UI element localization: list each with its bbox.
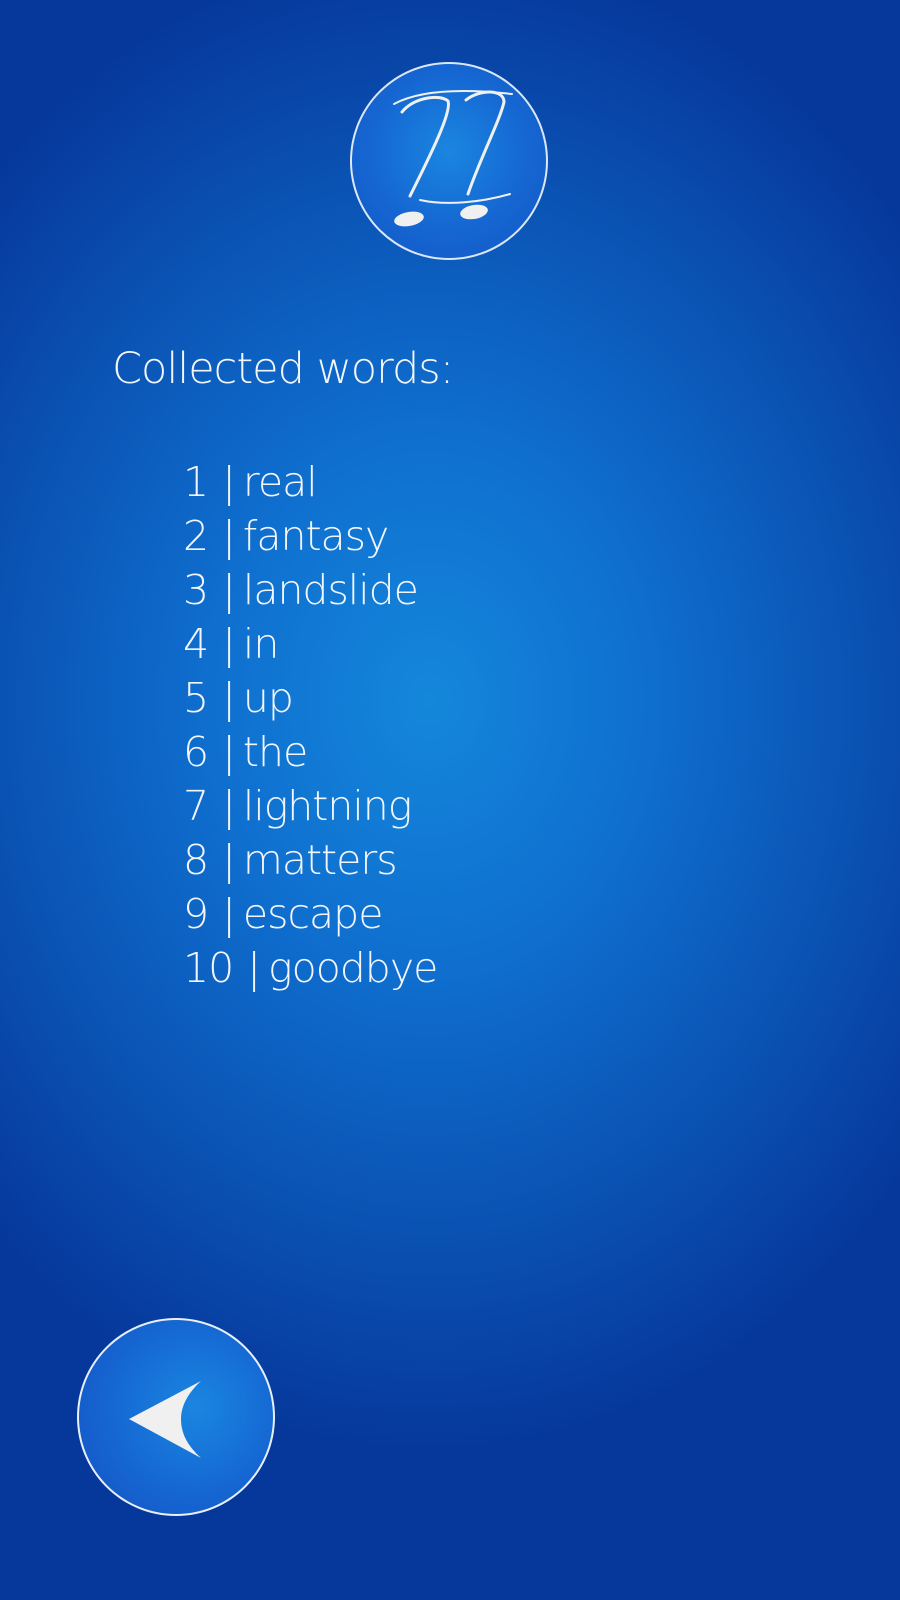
word-separator: | <box>222 620 236 668</box>
word-number: 4 <box>183 620 209 668</box>
word-separator: | <box>222 566 236 614</box>
app-logo <box>350 62 548 260</box>
word-list-item: 7 | lightning <box>183 779 437 833</box>
word-separator: | <box>222 782 236 830</box>
word-number: 6 <box>183 728 209 776</box>
word-separator: | <box>222 674 236 722</box>
word-text: fantasy <box>242 512 389 560</box>
word-list-item: 1 | real <box>183 455 437 509</box>
word-separator: | <box>222 512 236 560</box>
word-list-item: 8 | matters <box>183 833 437 887</box>
word-text: in <box>242 620 279 668</box>
word-list-item: 6 | the <box>183 725 437 779</box>
word-number: 1 <box>183 458 209 506</box>
word-number: 3 <box>183 566 209 614</box>
double-quote-music-note-icon <box>393 90 513 227</box>
word-number: 9 <box>183 890 209 938</box>
word-text: landslide <box>242 566 419 614</box>
word-number: 5 <box>183 674 209 722</box>
word-number: 8 <box>183 836 209 884</box>
collected-words-heading: Collected words: <box>112 344 454 394</box>
word-list-item: 5 | up <box>183 671 437 725</box>
word-list-item: 3 | landslide <box>183 563 437 617</box>
word-number: 7 <box>183 782 209 830</box>
word-list-item: 4 | in <box>183 617 437 671</box>
word-text: matters <box>242 836 398 884</box>
word-number: 2 <box>183 512 209 560</box>
word-separator: | <box>222 890 236 938</box>
word-text: lightning <box>242 782 412 830</box>
back-arrow-icon <box>129 1381 201 1458</box>
word-list-item: 2 | fantasy <box>183 509 437 563</box>
word-list-item: 10 | goodbye <box>183 941 438 995</box>
word-list-item: 9 | escape <box>183 887 437 941</box>
word-text: the <box>242 728 308 776</box>
word-text: goodbye <box>268 944 438 992</box>
word-text: escape <box>242 890 384 938</box>
word-separator: | <box>222 836 236 884</box>
back-button[interactable] <box>77 1318 275 1516</box>
word-separator: | <box>222 458 236 506</box>
collected-words-list: 1 | real 2 | fantasy 3 | landslide 4 | in 5 | up 6 | the 7… <box>183 455 438 995</box>
word-text: up <box>242 674 294 722</box>
word-text: real <box>242 458 318 506</box>
word-number: 10 <box>183 944 234 992</box>
word-separator: | <box>247 944 261 992</box>
word-separator: | <box>222 728 236 776</box>
